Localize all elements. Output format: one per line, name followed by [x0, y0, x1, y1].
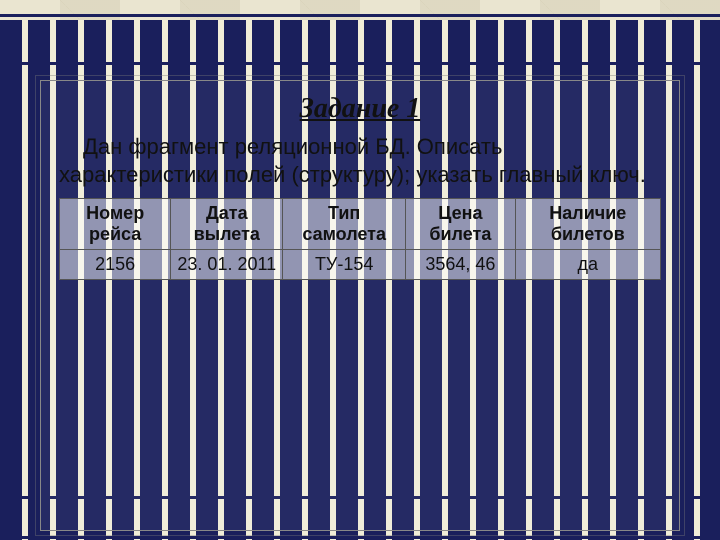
page-title: Задание 1 [59, 93, 661, 125]
task-text: Дан фрагмент реляционной БД. Описать хар… [59, 133, 661, 188]
decor-line [0, 536, 720, 539]
table-cell: 23. 01. 2011 [171, 250, 283, 280]
table-header: Номер рейса [60, 199, 171, 250]
content-frame: Задание 1 Дан фрагмент реляционной БД. О… [40, 80, 680, 531]
table-header: Наличие билетов [515, 199, 660, 250]
table-cell: да [515, 250, 660, 280]
table-header: Тип самолета [283, 199, 406, 250]
table-row: 2156 23. 01. 2011 ТУ-154 3564, 46 да [60, 250, 661, 280]
table-cell: 2156 [60, 250, 171, 280]
decor-line [0, 14, 720, 17]
table-header: Цена билета [406, 199, 516, 250]
table-header: Дата вылета [171, 199, 283, 250]
table-header-row: Номер рейса Дата вылета Тип самолета Цен… [60, 199, 661, 250]
decor-line [0, 62, 720, 65]
data-table: Номер рейса Дата вылета Тип самолета Цен… [59, 198, 661, 280]
table-cell: 3564, 46 [406, 250, 516, 280]
table-cell: ТУ-154 [283, 250, 406, 280]
